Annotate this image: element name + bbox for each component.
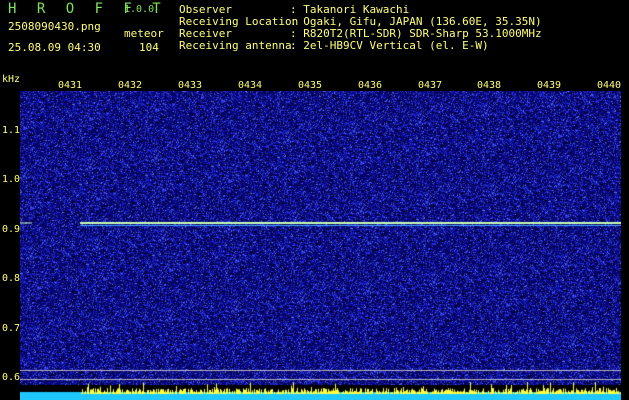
info-row-antenna: Receiving antenna : 2el-HB9CV Vertical (… [179, 40, 542, 52]
freq-tick-label: 0.6 [2, 372, 21, 383]
freq-unit-label: kHz [2, 74, 21, 85]
time-tick-label: 0432 [118, 80, 143, 91]
spectrogram-plot [20, 91, 621, 400]
time-tick-label: 0436 [358, 80, 383, 91]
time-tick-label: 0438 [477, 80, 502, 91]
station-info: Observer : Takanori Kawachi Receiving Lo… [179, 4, 542, 52]
time-tick-label: 0431 [58, 80, 83, 91]
freq-tick-label: 0.7 [2, 323, 21, 334]
freq-tick-label: 0.9 [2, 224, 21, 235]
time-tick-label: 0437 [418, 80, 443, 91]
time-tick-label: 0433 [178, 80, 203, 91]
app-version: 1.0.0 [124, 4, 155, 15]
freq-tick-label: 1.1 [2, 125, 21, 136]
time-tick-label: 0439 [537, 80, 562, 91]
timestamp: 25.08.09 04:30 [8, 41, 101, 54]
time-tick-label: 0434 [238, 80, 263, 91]
spectrogram-screen: H R O F F T 1.0.0 2508090430.png meteor … [0, 0, 629, 400]
file-name: 2508090430.png [8, 20, 101, 33]
info-value: : 2el-HB9CV Vertical (el. E-W) [290, 39, 489, 52]
time-tick-label: 0440 [597, 80, 622, 91]
freq-tick-label: 0.8 [2, 273, 21, 284]
detection-type: meteor [124, 27, 164, 40]
time-tick-label: 0435 [298, 80, 323, 91]
detection-count: 104 [139, 41, 159, 54]
info-key: Receiving antenna [179, 39, 292, 52]
freq-tick-label: 1.0 [2, 174, 21, 185]
